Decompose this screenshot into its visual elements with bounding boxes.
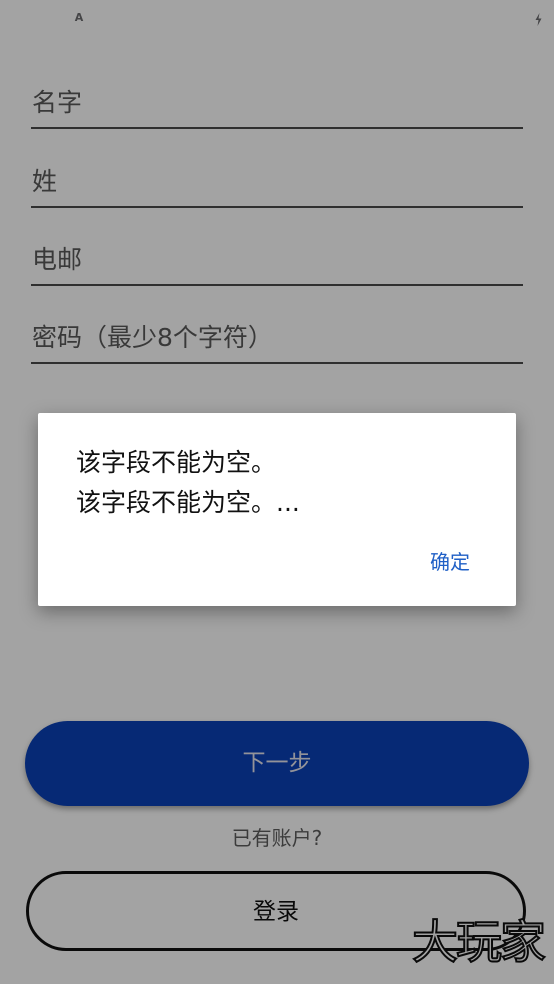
dialog-ok-button[interactable]: 确定 <box>430 547 470 577</box>
dialog-message-line-2: 该字段不能为空。... <box>76 488 300 517</box>
error-dialog: 该字段不能为空。 该字段不能为空。... 确定 <box>38 413 516 606</box>
dialog-message: 该字段不能为空。 该字段不能为空。... <box>76 443 496 523</box>
dialog-message-line-1: 该字段不能为空。 <box>76 448 277 477</box>
signup-screen: 3:52 A 名字 姓 电邮 密码（最少8个字符） 下一步 已有账户? 登录 大… <box>0 0 554 984</box>
